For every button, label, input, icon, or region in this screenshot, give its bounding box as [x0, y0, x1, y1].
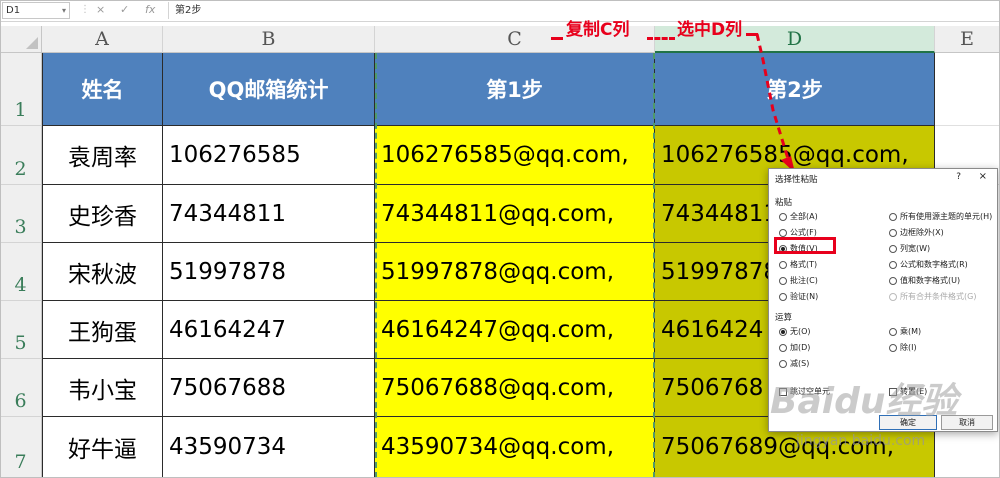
transpose-checkbox[interactable]: 转置(E) [889, 386, 927, 397]
operation-add[interactable]: 加(D) [779, 342, 810, 353]
radio-icon [889, 228, 897, 237]
annotation-dash [551, 37, 563, 40]
table-cell-qq[interactable]: 51997878 [163, 243, 375, 301]
operation-multiply[interactable]: 乘(M) [889, 326, 921, 337]
row-header-4[interactable]: 4 [0, 243, 42, 301]
close-icon[interactable]: × [979, 171, 987, 182]
table-cell-name[interactable]: 史珍香 [42, 185, 163, 243]
annotation-arrow [755, 33, 795, 173]
row-header-6[interactable]: 6 [0, 359, 42, 417]
row-header-2[interactable]: 2 [0, 126, 42, 185]
paste-option-formulas-numbers[interactable]: 公式和数字格式(R) [889, 259, 968, 270]
row-header-5[interactable]: 5 [0, 301, 42, 359]
table-cell-name[interactable]: 好牛逼 [42, 417, 163, 478]
chevron-down-icon[interactable]: ▾ [62, 3, 66, 18]
confirm-icon[interactable]: ✓ [120, 3, 129, 16]
table-cell-step1[interactable]: 74344811@qq.com, [375, 185, 655, 243]
row-header-7[interactable]: 7 [0, 417, 42, 478]
table-cell-qq[interactable]: 46164247 [163, 301, 375, 359]
separator-icon: ⋮ [80, 4, 90, 15]
paste-option-merge-conditional: 所有合并条件格式(G) [889, 291, 976, 302]
column-header-a[interactable]: A [42, 26, 163, 53]
radio-icon [779, 343, 787, 352]
operation-section-label: 运算 [775, 313, 793, 323]
paste-section-label: 粘贴 [775, 198, 793, 208]
table-cell-step1[interactable]: 51997878@qq.com, [375, 243, 655, 301]
ok-button[interactable]: 确定 [879, 415, 937, 430]
name-box-value: D1 [6, 5, 21, 16]
paste-option-formats[interactable]: 格式(T) [779, 259, 817, 270]
table-cell-step1[interactable]: 43590734@qq.com, [375, 417, 655, 478]
radio-icon [779, 228, 787, 237]
paste-option-all[interactable]: 全部(A) [779, 211, 818, 222]
cancel-button[interactable]: 取消 [941, 415, 993, 430]
table-cell-name[interactable]: 袁周率 [42, 126, 163, 185]
paste-option-source-theme[interactable]: 所有使用源主题的单元(H) [889, 211, 992, 222]
table-cell-qq[interactable]: 75067688 [163, 359, 375, 417]
table-cell-name[interactable]: 韦小宝 [42, 359, 163, 417]
empty-cell[interactable] [935, 53, 1000, 126]
header-cell-step1[interactable]: 第1步 [375, 53, 655, 126]
formula-bar: D1 ▾ ⋮ × ✓ fx 第2步 [0, 0, 1000, 22]
checkbox-icon [779, 387, 787, 396]
radio-icon [889, 260, 897, 269]
radio-icon [889, 276, 897, 285]
operation-subtract[interactable]: 减(S) [779, 358, 809, 369]
table-cell-step1[interactable]: 75067688@qq.com, [375, 359, 655, 417]
annotation-copy-c: 复制C列 [566, 20, 630, 40]
radio-icon [889, 292, 897, 301]
name-box[interactable]: D1 ▾ [2, 2, 70, 19]
paste-option-column-widths[interactable]: 列宽(W) [889, 243, 930, 254]
radio-selected-icon [779, 327, 787, 336]
select-all-corner[interactable] [0, 26, 42, 53]
header-cell-name[interactable]: 姓名 [42, 53, 163, 126]
row-header-1[interactable]: 1 [0, 53, 42, 126]
table-cell-step1[interactable]: 106276585@qq.com, [375, 126, 655, 185]
function-icon[interactable]: fx [145, 3, 155, 16]
radio-icon [889, 244, 897, 253]
table-cell-name[interactable]: 王狗蛋 [42, 301, 163, 359]
checkbox-icon [889, 387, 897, 396]
radio-icon [889, 327, 897, 336]
radio-icon [779, 276, 787, 285]
radio-icon [779, 212, 787, 221]
dialog-title: 选择性粘贴 [775, 175, 818, 185]
paste-option-values[interactable]: 数值(V) [779, 243, 818, 254]
radio-icon [779, 292, 787, 301]
paste-option-comments[interactable]: 批注(C) [779, 275, 818, 286]
operation-none[interactable]: 无(O) [779, 326, 811, 337]
radio-selected-icon [779, 244, 787, 253]
header-cell-qq[interactable]: QQ邮箱统计 [163, 53, 375, 126]
cancel-icon[interactable]: × [96, 3, 105, 16]
radio-icon [889, 343, 897, 352]
table-cell-qq[interactable]: 74344811 [163, 185, 375, 243]
annotation-dash [647, 37, 675, 40]
column-header-e[interactable]: E [935, 26, 1000, 53]
column-header-b[interactable]: B [163, 26, 375, 53]
paste-option-values-numbers[interactable]: 值和数字格式(U) [889, 275, 960, 286]
row-header-3[interactable]: 3 [0, 185, 42, 243]
table-cell-step1[interactable]: 46164247@qq.com, [375, 301, 655, 359]
paste-option-no-borders[interactable]: 边框除外(X) [889, 227, 944, 238]
paste-option-validation[interactable]: 验证(N) [779, 291, 818, 302]
radio-icon [889, 212, 897, 221]
radio-icon [779, 359, 787, 368]
help-icon[interactable]: ? [956, 172, 961, 182]
annotation-select-d: 选中D列 [677, 20, 743, 40]
radio-icon [779, 260, 787, 269]
paste-option-formulas[interactable]: 公式(F) [779, 227, 817, 238]
paste-special-dialog: 选择性粘贴 ? × 粘贴 全部(A) 公式(F) 数值(V) 格式(T) 批注(… [768, 168, 998, 432]
skip-blanks-checkbox[interactable]: 跳过空单元 [779, 386, 830, 397]
table-cell-name[interactable]: 宋秋波 [42, 243, 163, 301]
table-cell-qq[interactable]: 43590734 [163, 417, 375, 478]
table-cell-qq[interactable]: 106276585 [163, 126, 375, 185]
operation-divide[interactable]: 除(I) [889, 342, 917, 353]
